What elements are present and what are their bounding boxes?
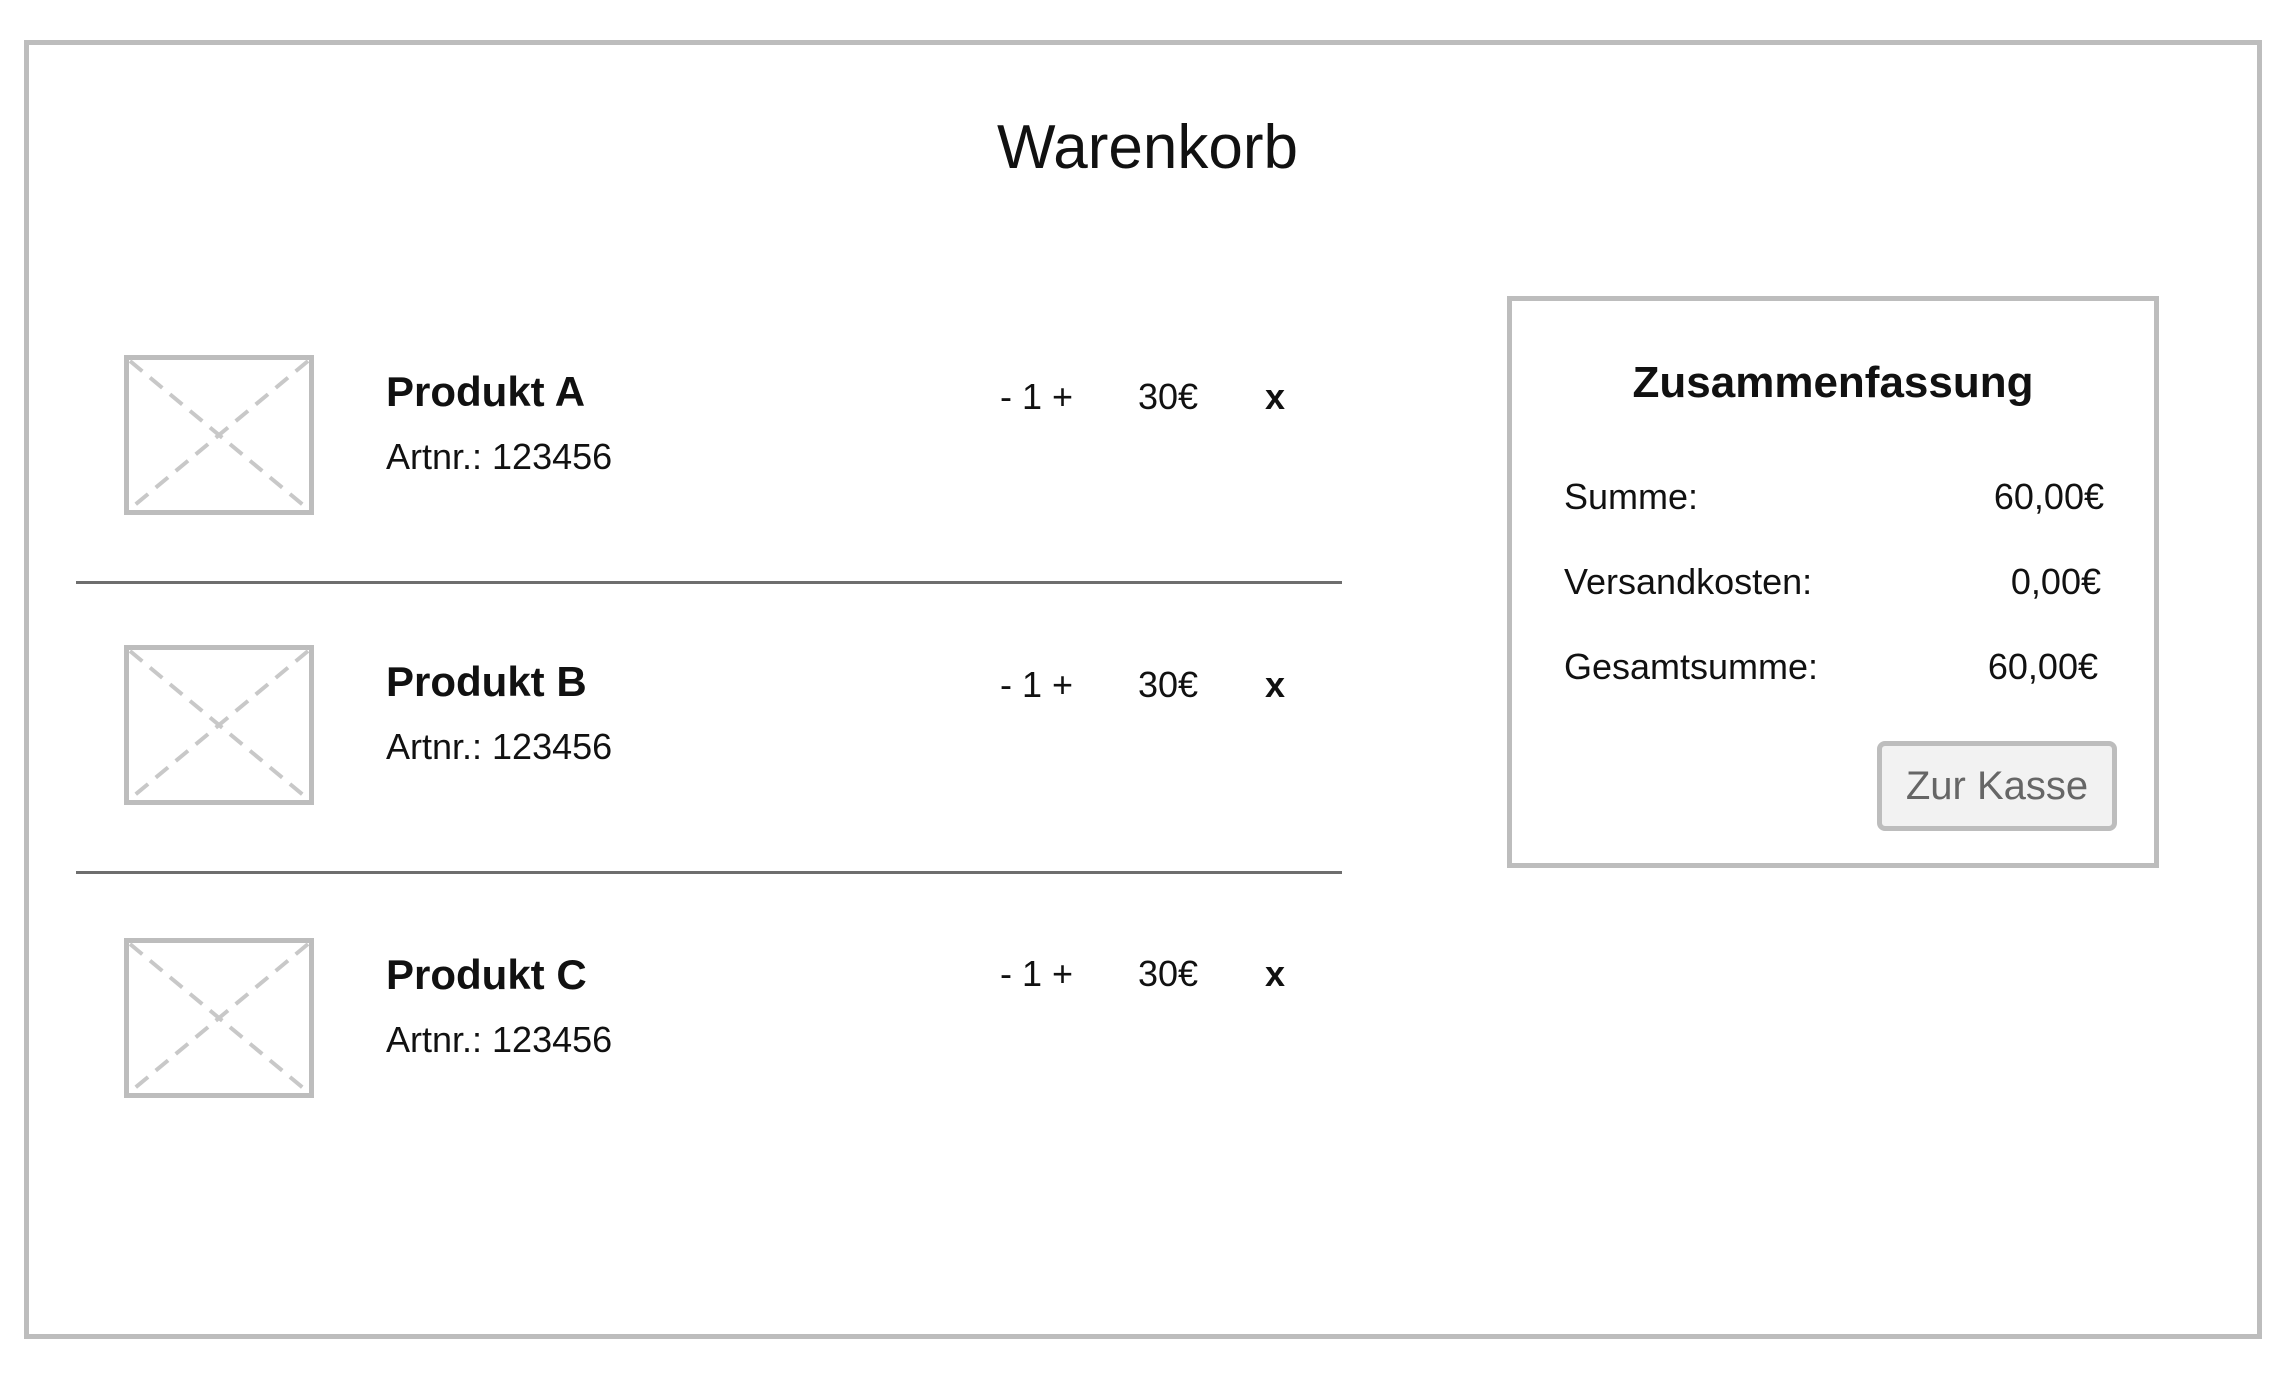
shipping-value: 0,00€ bbox=[2010, 561, 2101, 602]
image-placeholder-icon bbox=[124, 355, 314, 515]
summary-panel: Zusammenfassung Summe: 60,00€ Versandkos… bbox=[1507, 296, 2159, 868]
row-divider bbox=[76, 871, 1342, 874]
checkout-button[interactable]: Zur Kasse bbox=[1877, 741, 2117, 831]
increase-quantity-button[interactable]: + bbox=[1052, 664, 1073, 705]
product-article-number: Artnr.: 123456 bbox=[386, 1018, 612, 1062]
page-title: Warenkorb bbox=[997, 113, 1298, 182]
decrease-quantity-button[interactable]: - bbox=[1000, 953, 1012, 994]
product-price: 30€ bbox=[1138, 953, 1199, 994]
product-name: Produkt B bbox=[386, 658, 587, 705]
total-value: 60,00€ bbox=[1987, 646, 2098, 687]
artnr-value: 123456 bbox=[492, 1019, 613, 1060]
decrease-quantity-button[interactable]: - bbox=[1000, 376, 1012, 417]
quantity-value: 1 bbox=[1022, 953, 1043, 994]
subtotal-value: 60,00€ bbox=[1993, 476, 2104, 517]
quantity-stepper: -1 + bbox=[1000, 952, 1073, 996]
quantity-value: 1 bbox=[1022, 664, 1043, 705]
increase-quantity-button[interactable]: + bbox=[1052, 376, 1073, 417]
product-article-number: Artnr.: 123456 bbox=[386, 435, 612, 479]
artnr-label: Artnr.: bbox=[386, 436, 483, 477]
total-label: Gesamtsumme: bbox=[1564, 646, 1819, 687]
row-divider bbox=[76, 581, 1342, 584]
quantity-stepper: -1 + bbox=[1000, 375, 1073, 419]
summary-title: Zusammenfassung bbox=[1632, 358, 2034, 407]
artnr-value: 123456 bbox=[492, 726, 613, 767]
shipping-label: Versandkosten: bbox=[1564, 561, 1813, 602]
artnr-label: Artnr.: bbox=[386, 1019, 483, 1060]
decrease-quantity-button[interactable]: - bbox=[1000, 664, 1012, 705]
cart-item: Produkt C Artnr.: 123456 -1 + 30€ x bbox=[0, 938, 1400, 1118]
cart-item: Produkt B Artnr.: 123456 -1 + 30€ x bbox=[0, 645, 1400, 825]
subtotal-label: Summe: bbox=[1564, 476, 1699, 517]
increase-quantity-button[interactable]: + bbox=[1052, 953, 1073, 994]
product-name: Produkt C bbox=[386, 951, 587, 998]
artnr-label: Artnr.: bbox=[386, 726, 483, 767]
remove-item-button[interactable]: x bbox=[1265, 952, 1285, 996]
product-article-number: Artnr.: 123456 bbox=[386, 725, 612, 769]
remove-item-button[interactable]: x bbox=[1265, 375, 1285, 419]
quantity-stepper: -1 + bbox=[1000, 663, 1073, 707]
cart-item: Produkt A Artnr.: 123456 -1 + 30€ x bbox=[0, 355, 1400, 535]
artnr-value: 123456 bbox=[492, 436, 613, 477]
product-price: 30€ bbox=[1138, 664, 1199, 705]
remove-item-button[interactable]: x bbox=[1265, 663, 1285, 707]
image-placeholder-icon bbox=[124, 938, 314, 1098]
quantity-value: 1 bbox=[1022, 376, 1043, 417]
product-price: 30€ bbox=[1138, 376, 1199, 417]
product-name: Produkt A bbox=[386, 368, 586, 415]
image-placeholder-icon bbox=[124, 645, 314, 805]
